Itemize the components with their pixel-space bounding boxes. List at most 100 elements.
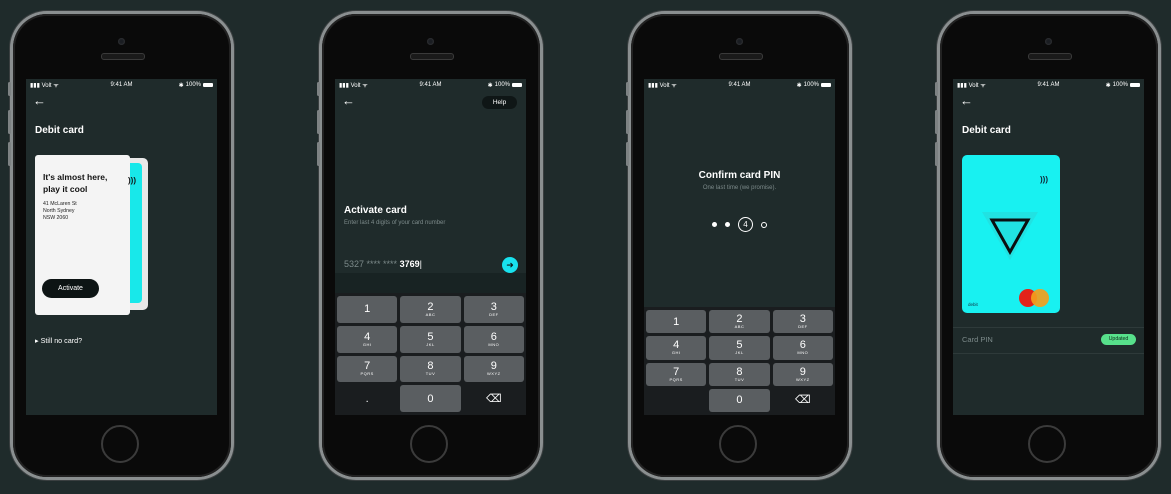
keypad-key[interactable]: 4 GHI (337, 325, 398, 353)
status-bar: ▮▮▮ Volt ᯤ 9:41 AM ✱ 100% (26, 79, 217, 91)
envelope-heading: It's almost here, play it cool (43, 172, 108, 194)
clock: 9:41 AM (728, 82, 751, 88)
volume-down-button (626, 142, 629, 166)
key-digit: 9 (799, 365, 806, 378)
card-type-label: debit (968, 302, 978, 307)
home-button[interactable] (719, 425, 757, 463)
mute-switch (935, 82, 938, 96)
keypad-key[interactable]: 6 MNO (463, 325, 524, 353)
key-digit: 2 (427, 300, 434, 313)
camera (1045, 38, 1052, 45)
keypad-key[interactable]: 4 GHI (646, 336, 707, 360)
key-letters: DEF (798, 324, 808, 330)
debit-card[interactable]: ))) debit (962, 155, 1060, 313)
numeric-keypad: 1 2 ABC 3 DEF 4 GHI 5 JKL 6 MNO 7 PQRS 8 TUV 9 WXYZ 0 ⌫ (644, 307, 835, 415)
pin-dot-empty (761, 221, 767, 228)
speaker (410, 53, 454, 60)
status-bar: ▮▮▮ Volt ᯤ 9:41 AM ✱ 100% (335, 79, 526, 91)
card-pin-label[interactable]: Card PIN (962, 335, 993, 344)
mute-switch (8, 82, 11, 96)
screen-confirm-pin: ▮▮▮ Volt ᯤ 9:41 AM ✱ 100% Confirm card P… (644, 79, 835, 415)
address-line: 41 McLaren St (43, 201, 77, 207)
volume-down-button (935, 142, 938, 166)
key-letters: TUV (425, 371, 436, 377)
card-envelope: It's almost here, play it cool 41 McLare… (35, 155, 130, 315)
back-arrow-icon[interactable]: ← (960, 93, 973, 108)
key-digit: 1 (673, 315, 680, 328)
key-digit: 7 (364, 360, 371, 373)
keypad-key[interactable]: 7 PQRS (337, 355, 398, 383)
key-digit: 1 (364, 303, 371, 316)
backspace-key[interactable]: ⌫ (464, 385, 524, 412)
keypad-key[interactable]: 0 (709, 388, 770, 412)
key-letters: DEF (489, 311, 499, 317)
backspace-icon: ⌫ (795, 394, 811, 407)
keypad-key[interactable]: 0 (400, 385, 461, 412)
back-arrow-icon[interactable]: ← (342, 93, 355, 108)
key-digit: 3 (490, 300, 497, 313)
key-digit: 6 (490, 330, 497, 343)
key-digit: . (365, 392, 369, 405)
keypad-key[interactable]: 3 DEF (463, 296, 524, 323)
keypad-key[interactable]: 1 (646, 310, 707, 334)
screen-activate-card: ▮▮▮ Volt ᯤ 9:41 AM ✱ 100% ← Help Activat… (335, 79, 526, 415)
back-arrow-icon[interactable]: ← (33, 93, 46, 108)
keypad-key[interactable]: 9 WXYZ (463, 355, 524, 383)
volume-down-button (8, 142, 11, 166)
still-no-card-link[interactable]: ▸ Still no card? (35, 336, 82, 345)
speaker (101, 53, 145, 60)
key-letters: PQRS (669, 376, 683, 382)
key-digit: 3 (799, 313, 806, 326)
keypad-key[interactable]: 5 JKL (400, 325, 461, 353)
volume-up-button (626, 110, 629, 134)
keypad-key[interactable]: 1 (337, 296, 398, 323)
status-bar: ▮▮▮ Volt ᯤ 9:41 AM ✱ 100% (953, 79, 1144, 91)
brand-triangle-icon (982, 212, 1038, 260)
home-button[interactable] (1028, 425, 1066, 463)
keypad-key[interactable]: 6 MNO (772, 336, 833, 360)
keypad-key[interactable]: 2 ABC (709, 310, 770, 334)
home-button[interactable] (410, 425, 448, 463)
keypad-key[interactable]: 2 ABC (400, 296, 461, 323)
screen-debit-card-pending: ▮▮▮ Volt ᯤ 9:41 AM ✱ 100% ← Debit card I… (26, 79, 217, 415)
activate-button[interactable]: Activate (42, 279, 99, 298)
pin-dot-current: 4 (738, 217, 753, 232)
mute-switch (317, 82, 320, 96)
key-digit: 0 (427, 392, 434, 405)
volume-up-button (935, 110, 938, 134)
key-letters: GHI (671, 350, 681, 356)
clock: 9:41 AM (110, 82, 133, 88)
keypad-key[interactable]: 3 DEF (772, 310, 833, 334)
home-button[interactable] (101, 425, 139, 463)
key-letters: WXYZ (796, 376, 810, 382)
volume-up-button (317, 110, 320, 134)
volume-down-button (317, 142, 320, 166)
keypad-key[interactable]: 7 PQRS (646, 362, 707, 386)
keypad-key[interactable]: 5 JKL (709, 336, 770, 360)
submit-arrow-button[interactable]: ➜ (502, 257, 518, 273)
decimal-key[interactable] (646, 389, 706, 412)
key-digit: 4 (673, 339, 680, 352)
speaker (1028, 53, 1072, 60)
mute-switch (626, 82, 629, 96)
page-subtitle: One last time (we promise). (702, 185, 777, 191)
keypad-key[interactable]: 8 TUV (400, 355, 461, 383)
address-line: NSW 2060 (43, 215, 69, 221)
phone-frame-3: ▮▮▮ Volt ᯤ 9:41 AM ✱ 100% Confirm card P… (626, 14, 849, 477)
phone-frame-2: ▮▮▮ Volt ᯤ 9:41 AM ✱ 100% ← Help Activat… (317, 14, 540, 477)
page-title: Activate card (344, 205, 407, 216)
keypad-key[interactable]: 8 TUV (709, 362, 770, 386)
pin-dot-filled (725, 222, 730, 227)
help-button[interactable]: Help (482, 96, 517, 109)
pin-indicator: 4 (644, 217, 835, 232)
contactless-icon: ))) (128, 176, 136, 185)
key-letters: TUV (734, 376, 745, 382)
backspace-key[interactable]: ⌫ (773, 389, 833, 412)
key-digit: 5 (427, 330, 434, 343)
decimal-key[interactable]: . (337, 385, 397, 412)
keypad-key[interactable]: 9 WXYZ (772, 362, 833, 386)
address-block: 41 McLaren St North Sydney NSW 2060 (43, 201, 113, 222)
key-digit: 6 (799, 339, 806, 352)
key-letters: PQRS (360, 371, 374, 377)
card-number-input[interactable]: 5327 **** **** 3769| (344, 259, 422, 269)
